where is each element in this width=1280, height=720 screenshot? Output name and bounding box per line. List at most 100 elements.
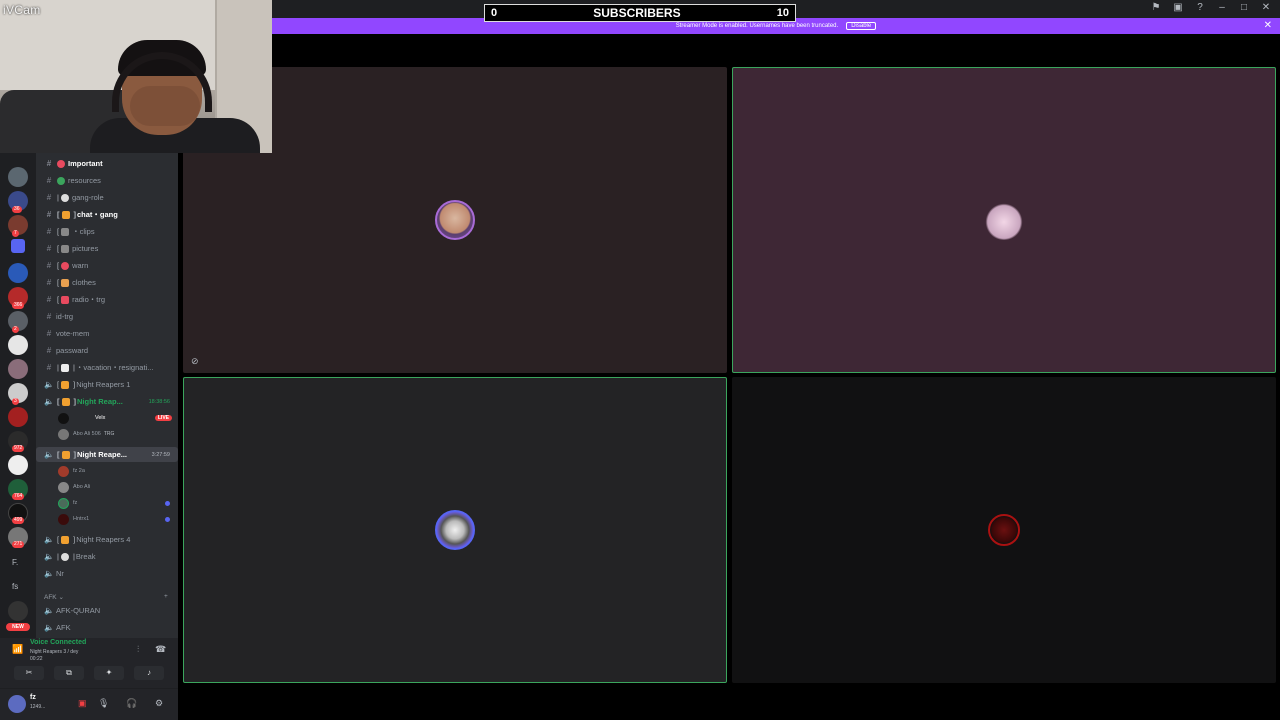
mention-badge: 271 [12, 541, 25, 548]
channel-radio-trg[interactable]: #[radio・trg [36, 292, 178, 307]
voice-channel-name[interactable]: Night Reapers 3 / dey [30, 649, 78, 655]
channel-pictures[interactable]: #[pictures [36, 241, 178, 256]
server-letter[interactable]: F. [12, 558, 18, 567]
minimize-icon[interactable]: – [1216, 2, 1228, 13]
channel-clothes[interactable]: #[clothes [36, 275, 178, 290]
status-dot [165, 516, 170, 522]
channel-important[interactable]: # Important [36, 156, 178, 171]
channel-label: passward [56, 346, 89, 355]
channel-chat-gang[interactable]: #[] chat・gang [36, 207, 178, 222]
participant-tile[interactable] [732, 67, 1276, 373]
participant-tile[interactable] [183, 377, 727, 683]
hash-icon: # [46, 363, 52, 372]
channel-vote-mem[interactable]: # vote-mem [36, 326, 178, 341]
server-icon[interactable] [8, 601, 28, 621]
mic-icon[interactable]: 🎙 [98, 698, 109, 709]
channel-label: ・clips [72, 227, 95, 236]
voice-channel-night-reapers-3[interactable]: 🔈[] Night Reape... 3:27:59 [36, 447, 178, 462]
server-letter[interactable]: fs [12, 582, 18, 591]
hash-icon: # [46, 312, 52, 321]
maximize-icon[interactable]: □ [1238, 2, 1250, 13]
webcam-overlay: iVCam [0, 0, 272, 153]
screen-share-button[interactable]: ⧉ [54, 666, 84, 680]
avatar[interactable] [8, 695, 26, 713]
noise-suppression-icon[interactable]: ⫶ [137, 644, 139, 655]
participant-tile[interactable] [732, 377, 1276, 683]
voice-channel-afk-quran[interactable]: 🔈 AFK-QURAN [36, 603, 178, 618]
user-name: Hntrx1 [73, 516, 90, 522]
lock-icon [61, 397, 70, 406]
voice-channel-night-reapers-4[interactable]: 🔈[] Night Reapers 4 [36, 532, 178, 547]
user-name: Velx [95, 415, 106, 421]
server-icon[interactable] [8, 407, 28, 427]
mention-badge: 3 [12, 398, 19, 405]
voice-channel-night-reapers-1[interactable]: 🔈[] Night Reapers 1 [36, 377, 178, 392]
add-channel-icon[interactable]: + [164, 593, 168, 600]
disable-button[interactable]: Disable [846, 22, 877, 30]
camera-button[interactable]: ✂ [14, 666, 44, 680]
screen-icon[interactable]: ▣ [1172, 2, 1184, 13]
voice-connected-panel: 📶 Voice Connected Night Reapers 3 / dey … [0, 638, 178, 688]
channel-id-trg[interactable]: # id-trg [36, 309, 178, 324]
skull-icon [60, 193, 69, 202]
user-name: fz 2a [73, 468, 85, 474]
skull-icon [60, 552, 69, 561]
settings-icon[interactable]: ⚙ [155, 698, 163, 709]
folder-icon[interactable] [11, 239, 25, 253]
server-icon[interactable] [8, 335, 28, 355]
soundboard-button[interactable]: ♪ [134, 666, 164, 680]
live-badge: LIVE [154, 415, 172, 421]
close-icon[interactable]: ✕ [1260, 2, 1272, 13]
channel-gang-role[interactable]: # | gang-role [36, 190, 178, 205]
channel-resources[interactable]: # resources [36, 173, 178, 188]
channel-label: Night Reapers 1 [76, 380, 131, 389]
channel-passward[interactable]: # passward [36, 343, 178, 358]
voice-channel-night-reapers-2[interactable]: 🔈[] Night Reap... 18:38:56 [36, 394, 178, 409]
mention-badge: 972 [12, 445, 25, 452]
hash-icon: # [46, 176, 52, 185]
server-icon[interactable] [8, 455, 28, 475]
voice-user[interactable]: Abo Ali 506 TRG [58, 426, 174, 442]
server-icon[interactable] [8, 263, 28, 283]
channel-label: warn [72, 261, 89, 270]
mention-badge: 366 [12, 302, 25, 309]
subscriber-counter: 0 SUBSCRIBERS 10 [484, 4, 796, 22]
streamer-mode-text: Streamer Mode is enabled. Usernames have… [675, 23, 839, 29]
channel-warn[interactable]: #[warn [36, 258, 178, 273]
avatar [58, 497, 69, 509]
voice-channel-afk[interactable]: 🔈 AFK [36, 620, 178, 635]
user-panel-status: 1249... [30, 704, 46, 710]
server-icon[interactable] [8, 359, 28, 379]
hash-icon: # [46, 244, 52, 253]
voice-status: Voice Connected [30, 639, 87, 646]
hash-icon: # [46, 346, 52, 355]
headphones-icon[interactable]: 🎧 [126, 698, 137, 709]
voice-user[interactable]: Hntrx1 [58, 511, 174, 527]
server-icon[interactable] [8, 167, 28, 187]
category-afk[interactable]: AFK ⌄ + [44, 593, 168, 601]
channel-label: resources [68, 176, 101, 185]
channel-label: Important [68, 159, 103, 168]
activities-button[interactable]: ✦ [94, 666, 124, 680]
voice-channel-nr[interactable]: 🔈 Nr [36, 566, 178, 581]
hash-icon: # [46, 227, 52, 236]
voice-user[interactable]: fz 2a [58, 463, 174, 479]
disconnect-icon[interactable]: ☎ [155, 644, 166, 655]
voice-channel-break[interactable]: 🔈 | | Break [36, 549, 178, 564]
channel-clips[interactable]: #[・clips [36, 224, 178, 239]
help-icon[interactable]: ? [1194, 2, 1206, 13]
stream-icon[interactable]: ▣ [78, 698, 87, 709]
mention-badge: 7 [12, 230, 19, 237]
voice-user[interactable]: Abo Ali [58, 479, 174, 495]
recycle-icon [57, 176, 65, 185]
hash-icon: # [46, 261, 52, 270]
channel-label: clothes [72, 278, 96, 287]
voice-user[interactable]: Velx LIVE [58, 410, 174, 426]
banner-close-icon[interactable]: ✕ [1264, 20, 1272, 31]
flag-icon[interactable]: ⚑ [1150, 2, 1162, 13]
avatar [58, 412, 69, 424]
voice-timer: 18:38:56 [148, 398, 170, 405]
voice-user[interactable]: fz [58, 495, 174, 511]
speaker-icon: 🔈 [44, 623, 54, 632]
channel-vacation[interactable]: # | | ・vacation・resignati... [36, 360, 178, 375]
